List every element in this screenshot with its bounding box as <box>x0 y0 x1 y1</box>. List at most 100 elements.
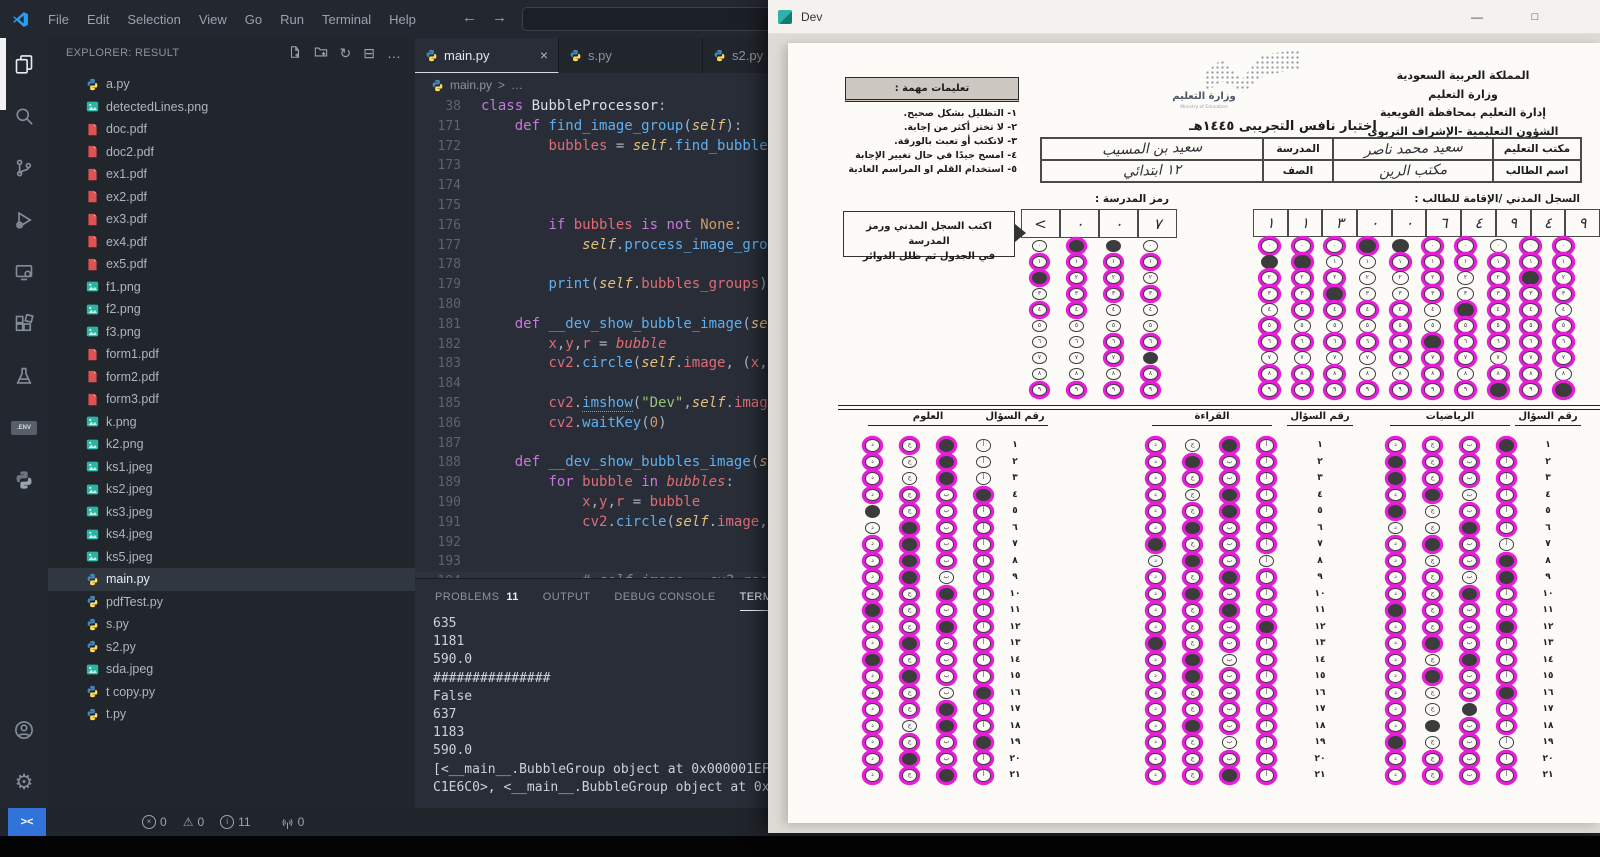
editor-tab-s.py[interactable]: s.py <box>559 38 703 73</box>
bubble: ب <box>1462 687 1477 700</box>
question-number: ٩ <box>1545 572 1551 582</box>
problems-status[interactable]: ×0 ⚠0 i11 0 <box>142 815 320 829</box>
file-item-ex1.pdf[interactable]: ex1.pdf <box>48 163 415 186</box>
file-item-doc.pdf[interactable]: doc.pdf <box>48 118 415 141</box>
extensions-icon[interactable] <box>0 298 48 350</box>
civil-record-cell: ١ <box>1288 209 1323 237</box>
pdf-file-icon <box>86 213 99 226</box>
file-item-ks2.jpeg[interactable]: ks2.jpeg <box>48 478 415 501</box>
account-icon[interactable] <box>0 704 48 756</box>
file-item-ex2.pdf[interactable]: ex2.pdf <box>48 186 415 209</box>
bubble: ٤ <box>1457 303 1474 317</box>
bubble: ب <box>1222 621 1237 634</box>
file-item-sda.jpeg[interactable]: sda.jpeg <box>48 658 415 681</box>
nav-back-icon[interactable]: ← <box>462 9 477 26</box>
refresh-icon[interactable]: ↻ <box>340 45 352 64</box>
bubble: د <box>865 439 880 452</box>
bubble: ٥ <box>1392 319 1409 333</box>
file-item-ks4.jpeg[interactable]: ks4.jpeg <box>48 523 415 546</box>
file-item-ks5.jpeg[interactable]: ks5.jpeg <box>48 546 415 569</box>
bubble: أ <box>1259 621 1274 634</box>
file-item-f3.png[interactable]: f3.png <box>48 321 415 344</box>
file-item-s2.py[interactable]: s2.py <box>48 636 415 659</box>
maximize-button[interactable]: □ <box>1520 6 1550 27</box>
command-center-search[interactable] <box>522 7 774 31</box>
warnings-count: 0 <box>197 815 204 829</box>
file-item-detectedLines.png[interactable]: detectedLines.png <box>48 96 415 119</box>
panel-tab-output[interactable]: OUTPUT <box>543 587 591 611</box>
bubble: ٤ <box>1555 303 1572 317</box>
menu-item-edit[interactable]: Edit <box>78 12 118 27</box>
file-item-f1.png[interactable]: f1.png <box>48 276 415 299</box>
remote-indicator-button[interactable]: >< <box>8 808 46 836</box>
bubble: ٨ <box>1555 367 1572 381</box>
bubble: ٦ <box>1294 335 1311 349</box>
file-item-k2.png[interactable]: k2.png <box>48 433 415 456</box>
more-actions-icon[interactable]: … <box>387 45 401 64</box>
subject-header-reading: القراءة <box>1152 411 1272 426</box>
menu-item-run[interactable]: Run <box>271 12 313 27</box>
menu-item-help[interactable]: Help <box>380 12 425 27</box>
bubble: ج <box>1425 769 1440 782</box>
file-item-ks3.jpeg[interactable]: ks3.jpeg <box>48 501 415 524</box>
editor-tab-main.py[interactable]: main.py× <box>415 38 559 73</box>
source-control-icon[interactable] <box>0 142 48 194</box>
run-debug-icon[interactable] <box>0 194 48 246</box>
school-code-cell: ٠ <box>1060 209 1099 238</box>
file-item-form1.pdf[interactable]: form1.pdf <box>48 343 415 366</box>
bubble: ٨ <box>1392 367 1409 381</box>
line-number: 175 <box>415 196 481 216</box>
search-icon[interactable] <box>0 90 48 142</box>
img-file-icon <box>86 325 99 338</box>
close-tab-icon[interactable]: × <box>540 47 548 63</box>
file-item-main.py[interactable]: main.py <box>48 568 415 591</box>
file-item-k.png[interactable]: k.png <box>48 411 415 434</box>
panel-tab-debug-console[interactable]: DEBUG CONSOLE <box>614 587 715 611</box>
python-extension-icon[interactable] <box>0 454 48 506</box>
env-extension-icon[interactable]: .ENV <box>0 402 48 454</box>
menu-item-terminal[interactable]: Terminal <box>313 12 380 27</box>
file-item-ex5.pdf[interactable]: ex5.pdf <box>48 253 415 276</box>
explorer-sidebar: EXPLORER: RESULT ↻ ⊟ … a.pydetectedLines… <box>48 38 415 808</box>
bubble: ب <box>1222 753 1237 766</box>
new-file-icon[interactable] <box>288 45 302 64</box>
file-item-ex3.pdf[interactable]: ex3.pdf <box>48 208 415 231</box>
bubble: ٢ <box>1143 272 1158 285</box>
file-item-pdfTest.py[interactable]: pdfTest.py <box>48 591 415 614</box>
question-number: ٧ <box>1012 539 1018 549</box>
menu-item-selection[interactable]: Selection <box>118 12 189 27</box>
school-code-cell: ٧ <box>1138 209 1177 238</box>
remote-explorer-icon[interactable] <box>0 246 48 298</box>
bubble: ٣ <box>1424 287 1441 301</box>
bubble: أ <box>1259 736 1274 749</box>
bubble: ج <box>1185 621 1200 634</box>
new-folder-icon[interactable] <box>314 45 328 64</box>
file-item-t-copy.py[interactable]: t copy.py <box>48 681 415 704</box>
file-item-doc2.pdf[interactable]: doc2.pdf <box>48 141 415 164</box>
breadcrumb-file[interactable]: main.py <box>450 78 492 92</box>
breadcrumb-more[interactable]: … <box>511 78 523 92</box>
file-item-form2.pdf[interactable]: form2.pdf <box>48 366 415 389</box>
bubble: ج <box>1425 439 1440 452</box>
file-item-s.py[interactable]: s.py <box>48 613 415 636</box>
bubble: ٤ <box>1261 303 1278 317</box>
menu-item-view[interactable]: View <box>190 12 236 27</box>
file-item-ks1.jpeg[interactable]: ks1.jpeg <box>48 456 415 479</box>
settings-gear-icon[interactable]: ⚙ <box>0 756 48 808</box>
nav-forward-icon[interactable]: → <box>492 9 507 26</box>
menu-item-go[interactable]: Go <box>236 12 271 27</box>
file-item-ex4.pdf[interactable]: ex4.pdf <box>48 231 415 254</box>
bubble: ٩ <box>1392 383 1409 397</box>
file-item-f2.png[interactable]: f2.png <box>48 298 415 321</box>
explorer-icon[interactable] <box>0 38 48 90</box>
panel-tab-problems[interactable]: PROBLEMS11 <box>435 587 519 611</box>
bubble: أ <box>1499 604 1514 617</box>
menu-item-file[interactable]: File <box>39 12 78 27</box>
testing-beaker-icon[interactable] <box>0 350 48 402</box>
minimize-button[interactable]: — <box>1462 6 1492 27</box>
file-item-a.py[interactable]: a.py <box>48 73 415 96</box>
dev-window-titlebar[interactable]: Dev — □ <box>768 0 1600 34</box>
file-item-t.py[interactable]: t.py <box>48 703 415 726</box>
file-item-form3.pdf[interactable]: form3.pdf <box>48 388 415 411</box>
collapse-folders-icon[interactable]: ⊟ <box>363 45 375 64</box>
